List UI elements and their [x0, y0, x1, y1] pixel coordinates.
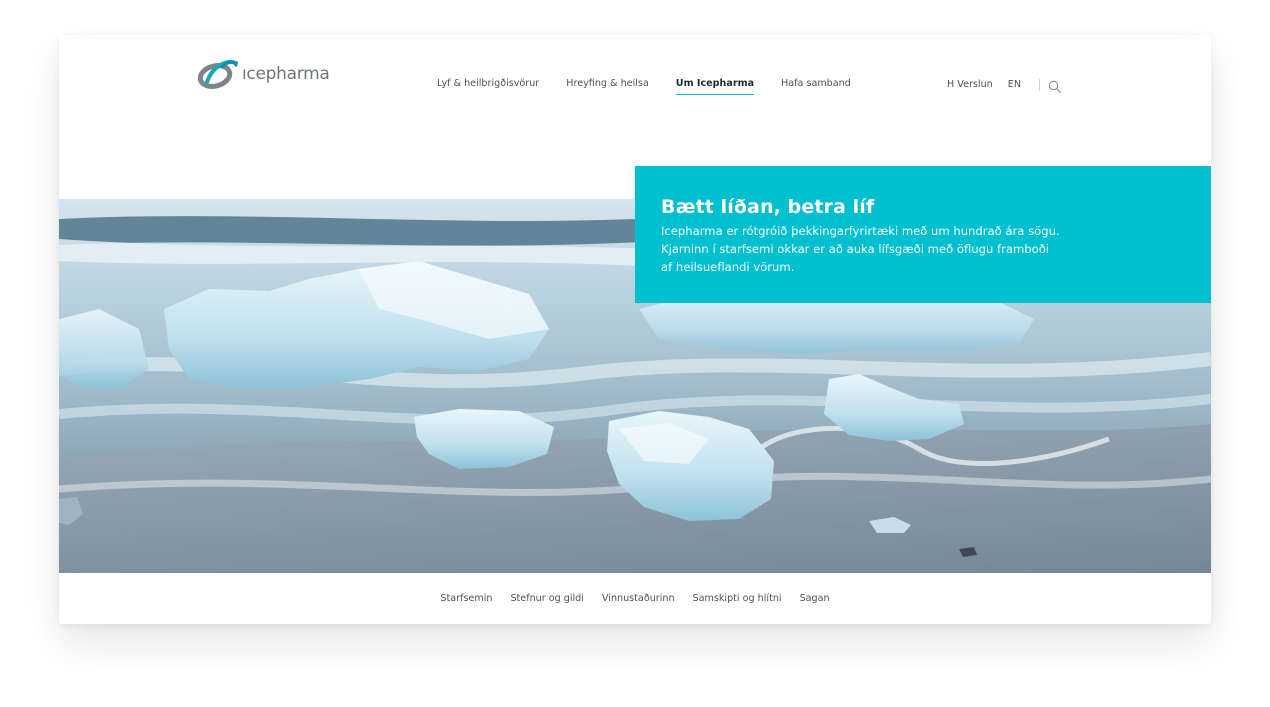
hero-title: Bætt líðan, betra líf: [661, 196, 875, 218]
subnav-item-stefnur[interactable]: Stefnur og gildi: [510, 593, 583, 604]
subnav-item-starfsemin[interactable]: Starfsemin: [440, 593, 492, 604]
hero-body: Icepharma er rótgróið þekkingarfyrirtæki…: [661, 224, 1060, 274]
subnav-item-vinnustadurinn[interactable]: Vinnustaðurinn: [602, 593, 675, 604]
search-icon[interactable]: [1048, 78, 1061, 93]
subnav-item-sagan[interactable]: Sagan: [800, 593, 830, 604]
nav-item-hreyfing[interactable]: Hreyfing & heilsa: [566, 78, 649, 92]
nav-item-hafa-samband[interactable]: Hafa samband: [781, 78, 851, 92]
logo[interactable]: ıcepharma: [198, 57, 330, 91]
nav-item-lyf[interactable]: Lyf & heilbrigðisvörur: [437, 78, 539, 92]
logo-mark-icon: [198, 60, 238, 89]
sub-nav: Starfsemin Stefnur og gildi Vinnustaðuri…: [59, 573, 1211, 624]
subnav-item-samskipti[interactable]: Samskipti og hlítni: [693, 593, 782, 604]
language-switch[interactable]: EN: [1008, 79, 1021, 90]
main-nav: Lyf & heilbrigðisvörur Hreyfing & heilsa…: [437, 78, 851, 95]
divider: [1039, 78, 1041, 91]
logo-text: ıcepharma: [242, 64, 330, 84]
nav-item-um-icepharma[interactable]: Um Icepharma: [675, 78, 755, 95]
page-frame: ıcepharma Lyf & heilbrigðisvörur Hreyfin…: [59, 35, 1211, 624]
store-link[interactable]: H Verslun: [947, 79, 993, 90]
utility-nav: H Verslun EN: [947, 78, 1061, 93]
hero-callout: Bætt líðan, betra líf Icepharma er rótgr…: [635, 166, 1211, 303]
